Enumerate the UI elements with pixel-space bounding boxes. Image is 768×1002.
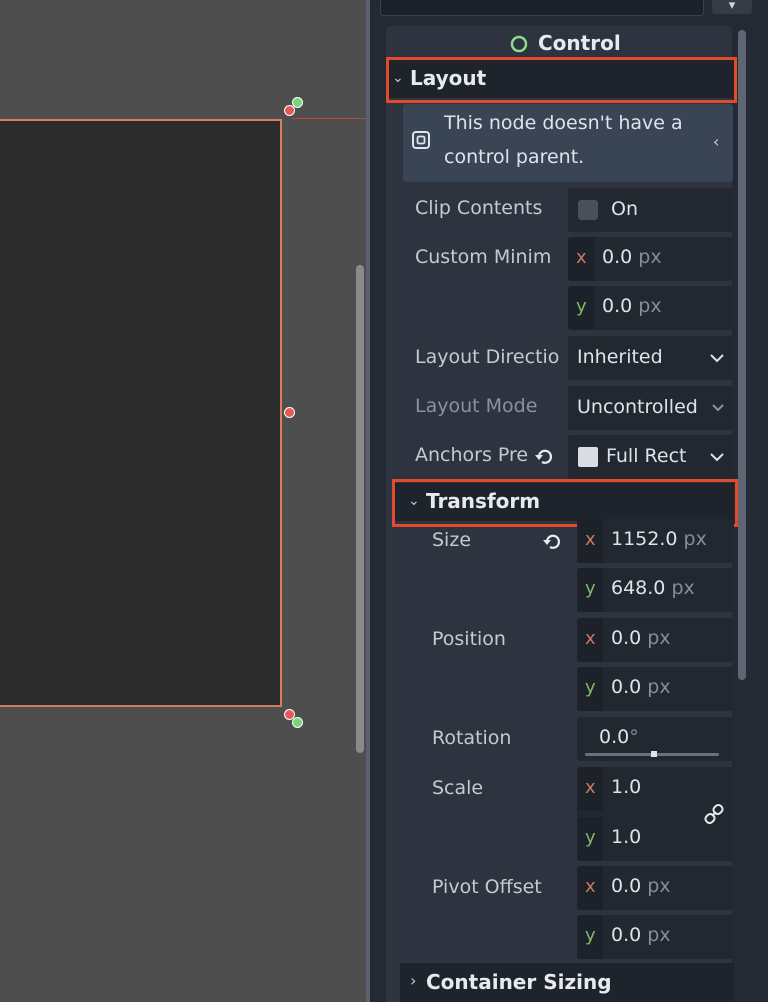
rotation-value: 0.0 [599, 726, 630, 748]
reset-icon[interactable] [534, 447, 554, 467]
layout-direction-label: Layout Directio [415, 346, 560, 368]
anchors-preset-value: Full Rect [606, 445, 687, 467]
unit-label: px [683, 528, 707, 550]
pivot-x-value: 0.0 [611, 875, 642, 897]
axis-x-label: x [585, 529, 596, 550]
warning-box: This node doesn't have a control parent.… [403, 104, 733, 182]
unit-label: px [647, 676, 671, 698]
node-type-title: Control [538, 31, 621, 55]
chevron-left-icon[interactable]: ‹ [713, 132, 719, 151]
unit-label: px [638, 246, 662, 268]
slider-grabber[interactable] [651, 751, 657, 757]
inspector-options-button[interactable]: ▾ [712, 0, 752, 14]
full-rect-icon [578, 447, 598, 467]
layout-mode-value: Uncontrolled [577, 396, 698, 418]
layout-direction-dropdown[interactable]: Inherited [568, 336, 734, 380]
axis-x-label: x [585, 628, 596, 649]
unit-label: px [638, 295, 662, 317]
anchor-handle-bottom-right[interactable] [292, 717, 303, 728]
position-x-field[interactable]: x 0.0 px [577, 618, 734, 662]
unit-label: px [671, 577, 695, 599]
pivot-x-field[interactable]: x 0.0 px [577, 866, 734, 910]
layout-mode-label: Layout Mode [415, 395, 538, 417]
position-x-value: 0.0 [611, 627, 642, 649]
pivot-y-field[interactable]: y 0.0 px [577, 915, 734, 959]
section-container-sizing-title: Container Sizing [426, 970, 612, 994]
position-y-field[interactable]: y 0.0 px [577, 667, 734, 711]
axis-x-label: x [585, 777, 596, 798]
size-y-field[interactable]: y 648.0 px [577, 568, 734, 612]
custom-min-label: Custom Minim [415, 246, 552, 268]
custom-min-y-value: 0.0 [602, 295, 633, 317]
anchors-preset-dropdown[interactable]: Full Rect [568, 435, 734, 479]
scale-label: Scale [432, 777, 484, 799]
axis-y-label: y [576, 296, 587, 317]
clip-contents-checkbox[interactable]: On [568, 188, 734, 232]
pivot-y-value: 0.0 [611, 924, 642, 946]
axis-x-label: x [585, 876, 596, 897]
guide-line [292, 118, 366, 119]
axis-y-label: y [585, 677, 596, 698]
custom-min-x-field[interactable]: x 0.0 px [568, 237, 734, 281]
position-y-value: 0.0 [611, 676, 642, 698]
rotation-unit: ° [629, 726, 639, 748]
scale-y-value[interactable]: 1.0 [611, 826, 641, 848]
custom-min-y-field[interactable]: y 0.0 px [568, 286, 734, 330]
axis-y-label: y [585, 827, 596, 848]
clip-contents-label: Clip Contents [415, 197, 543, 219]
layout-direction-value: Inherited [577, 346, 663, 368]
chevron-down-icon [710, 354, 724, 363]
size-label: Size [432, 529, 472, 551]
control-node-icon [510, 35, 528, 53]
scale-x-value[interactable]: 1.0 [611, 776, 641, 798]
axis-y-label: y [585, 925, 596, 946]
warning-box-icon [412, 131, 430, 149]
size-y-value: 648.0 [611, 577, 666, 599]
scale-field: x 1.0 y 1.0 [577, 767, 734, 861]
rotation-slider[interactable]: 0.0° [577, 717, 734, 761]
position-label: Position [432, 628, 506, 650]
clip-contents-value: On [611, 198, 638, 220]
property-filter-input[interactable] [380, 0, 704, 16]
section-container-sizing[interactable]: › Container Sizing [400, 963, 734, 1002]
pivot-offset-label: Pivot Offset [432, 876, 542, 898]
checkbox-box[interactable] [578, 200, 598, 220]
chevron-down-icon [710, 453, 724, 462]
link-icon[interactable] [703, 803, 725, 825]
warning-line2: control parent. [444, 146, 585, 168]
selected-control-rect[interactable] [0, 119, 282, 707]
unit-label: px [647, 875, 671, 897]
chevron-right-icon: › [410, 971, 417, 990]
size-x-field[interactable]: x 1152.0 px [577, 519, 734, 563]
warning-line1: This node doesn't have a [444, 112, 683, 134]
scene-viewport[interactable] [0, 0, 366, 1002]
inspector-panel: ▾ Control ⌄ Layout This node doesn't hav… [370, 0, 768, 1002]
viewport-scrollbar[interactable] [356, 265, 364, 753]
axis-x-label: x [576, 247, 587, 268]
resize-handle-right[interactable] [284, 407, 295, 418]
unit-label: px [647, 924, 671, 946]
anchor-handle-top-right[interactable] [292, 97, 303, 108]
chevron-down-icon [712, 404, 724, 412]
highlight-layout [386, 57, 737, 103]
anchors-preset-label: Anchors Pre [415, 444, 529, 466]
custom-min-x-value: 0.0 [602, 246, 633, 268]
inspector-scrollbar[interactable] [738, 30, 746, 680]
size-x-value: 1152.0 [611, 528, 678, 550]
rotation-label: Rotation [432, 727, 512, 749]
reset-icon[interactable] [542, 532, 562, 552]
axis-y-label: y [585, 578, 596, 599]
layout-mode-dropdown: Uncontrolled [568, 386, 734, 430]
unit-label: px [647, 627, 671, 649]
